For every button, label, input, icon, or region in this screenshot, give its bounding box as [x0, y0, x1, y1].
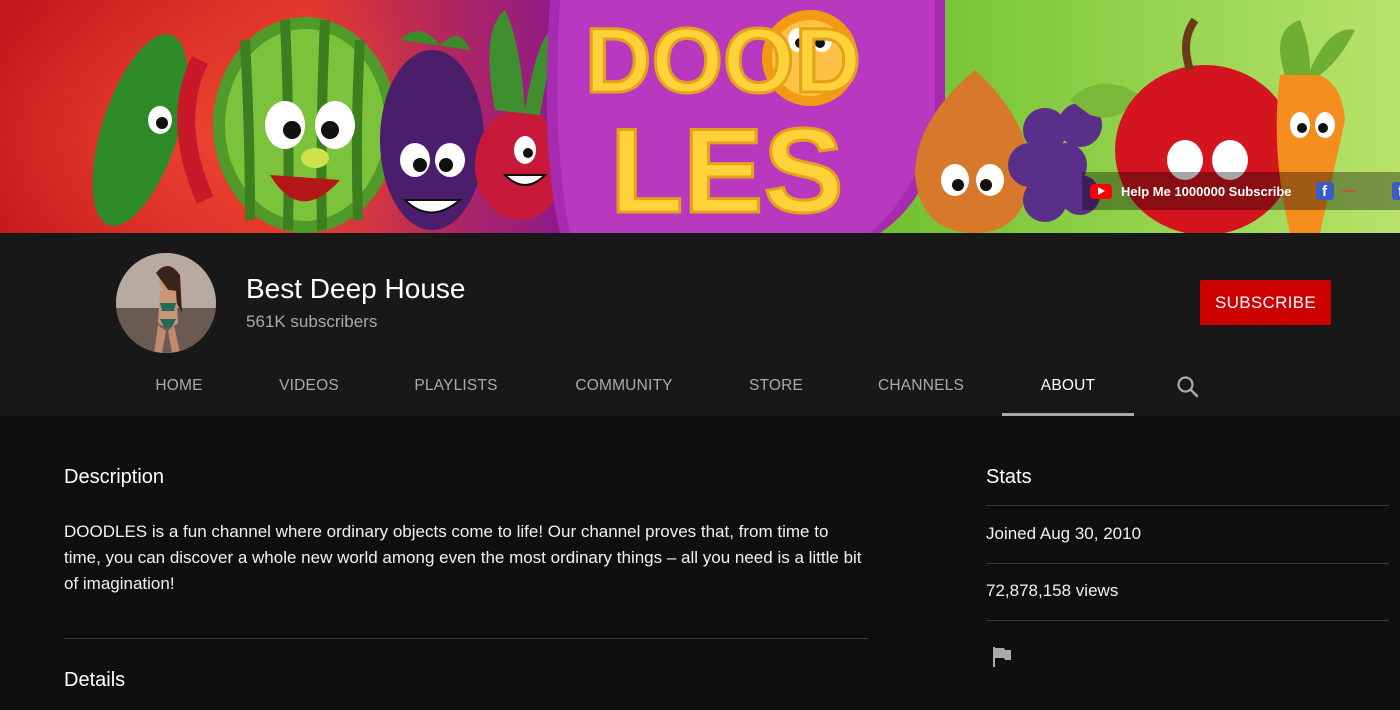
banner-logo-top: DOOD — [585, 10, 861, 112]
details-title: Details — [64, 669, 126, 691]
banner-logo-bottom: LES — [610, 104, 843, 233]
tab-channels[interactable]: CHANNELS — [864, 373, 978, 416]
banner-links: Help Me 1000000 Subscribe f f — [1082, 172, 1400, 210]
flag-icon[interactable] — [990, 645, 1014, 669]
facebook-icon[interactable]: f — [1315, 182, 1334, 200]
youtube-icon[interactable] — [1090, 183, 1112, 199]
tab-playlists[interactable]: PLAYLISTS — [400, 373, 512, 416]
tab-community[interactable]: COMMUNITY — [562, 373, 686, 416]
facebook-icon[interactable]: f — [1391, 182, 1400, 200]
description-text: DOODLES is a fun channel where ordinary … — [64, 522, 862, 593]
subscriber-count: 561K subscribers — [246, 312, 378, 331]
stats-divider-3 — [986, 620, 1389, 621]
channel-header: Best Deep House 561K subscribers SUBSCRI… — [0, 233, 1400, 416]
tab-videos[interactable]: VIDEOS — [264, 373, 354, 416]
stats-title: Stats — [986, 466, 1032, 488]
banner-separator — [1341, 190, 1356, 192]
channel-banner: DOOD LES Help Me 1000000 Subscribe f f — [0, 0, 1400, 233]
channel-tabs: HOME VIDEOS PLAYLISTS COMMUNITY STORE CH… — [0, 373, 1400, 416]
joined-date: Joined Aug 30, 2010 — [986, 524, 1142, 543]
description-title: Description — [64, 466, 165, 488]
stats-divider-2 — [986, 563, 1389, 564]
channel-name: Best Deep House — [246, 273, 466, 304]
tab-about[interactable]: ABOUT — [1002, 373, 1134, 416]
description-divider — [64, 638, 868, 639]
view-count: 72,878,158 views — [986, 581, 1119, 600]
stats-divider-1 — [986, 505, 1389, 506]
subscribe-button[interactable]: SUBSCRIBE — [1200, 280, 1331, 325]
banner-youtube-link[interactable]: Help Me 1000000 Subscribe — [1121, 184, 1292, 199]
tab-store[interactable]: STORE — [734, 373, 818, 416]
channel-avatar[interactable] — [116, 253, 216, 353]
avatar-image — [116, 253, 216, 353]
tab-home[interactable]: HOME — [132, 373, 226, 416]
search-icon[interactable] — [1175, 374, 1201, 400]
